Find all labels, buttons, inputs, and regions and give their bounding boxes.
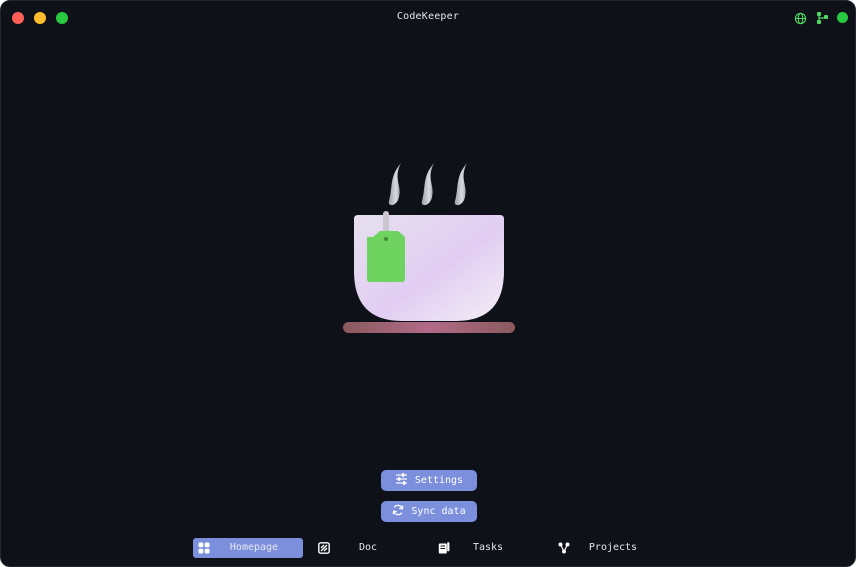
nav-item-homepage[interactable]: Homepage xyxy=(193,538,303,558)
git-branch-icon[interactable] xyxy=(816,11,829,25)
nav-label-projects: Projects xyxy=(588,542,638,553)
sync-data-button[interactable]: Sync data xyxy=(381,501,477,522)
settings-label: Settings xyxy=(414,475,464,486)
sync-icon xyxy=(392,504,404,519)
nav-label-tasks: Tasks xyxy=(472,542,504,553)
nav-label-doc: Doc xyxy=(358,542,378,553)
sliders-icon xyxy=(395,473,408,488)
nav-label-homepage: Homepage xyxy=(229,542,279,553)
sync-data-label: Sync data xyxy=(411,506,466,517)
settings-button[interactable]: Settings xyxy=(381,470,477,491)
app-window: CodeKeeper Settings Sync data Homepage D… xyxy=(0,0,856,567)
window-title: CodeKeeper xyxy=(396,11,460,22)
globe-icon[interactable] xyxy=(794,11,807,25)
nav-item-projects[interactable]: Projects xyxy=(553,538,673,558)
nav-item-doc[interactable]: Doc xyxy=(313,538,423,558)
bottom-nav: Homepage Doc Tasks Projects xyxy=(1,538,855,558)
status-indicator xyxy=(837,12,848,23)
teacup-icon xyxy=(331,151,531,351)
nav-item-tasks[interactable]: Tasks xyxy=(433,538,543,558)
title-bar: CodeKeeper xyxy=(1,1,855,35)
